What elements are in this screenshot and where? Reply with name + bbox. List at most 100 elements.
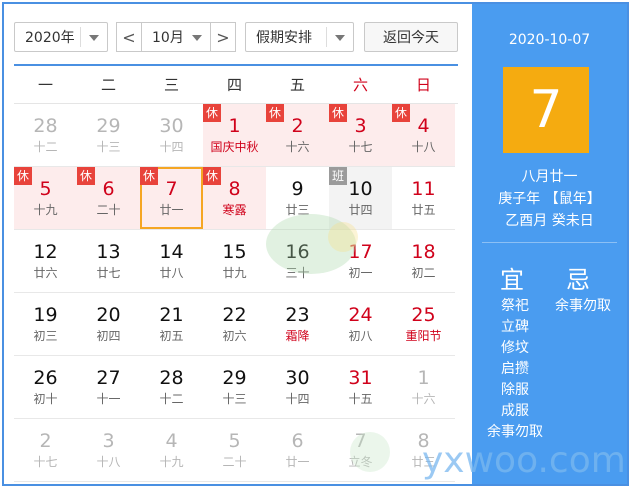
- lunar-label: 二十: [222, 455, 247, 469]
- holiday-badge: 休: [77, 167, 95, 185]
- selected-date: 2020-10-07: [508, 32, 591, 48]
- day-cell[interactable]: 13 廿七: [77, 230, 140, 293]
- day-number: 12: [33, 241, 58, 263]
- weekday-label: 一: [37, 76, 53, 94]
- month-select-value: 10月: [152, 30, 184, 46]
- day-cell[interactable]: 5 二十: [203, 419, 266, 482]
- holiday-badge: 休: [203, 167, 221, 185]
- lunar-label: 初一: [348, 266, 373, 280]
- lunar-label: 国庆中秋: [210, 140, 259, 154]
- day-cell[interactable]: 24 初八: [329, 293, 392, 356]
- day-cell[interactable]: 27 十一: [77, 356, 140, 419]
- ji-title: 忌: [566, 266, 590, 294]
- day-cell[interactable]: 休 8 寒露: [203, 167, 266, 230]
- watermark: yxwoo.com: [422, 440, 626, 481]
- day-cell[interactable]: 休 1 国庆中秋: [203, 104, 266, 167]
- day-cell[interactable]: 2 十七: [14, 419, 77, 482]
- day-cell[interactable]: 29 十三: [203, 356, 266, 419]
- day-cell[interactable]: 20 初四: [77, 293, 140, 356]
- holiday-badge: 休: [392, 104, 410, 122]
- day-number: 4: [417, 115, 430, 137]
- day-cell[interactable]: 26 初十: [14, 356, 77, 419]
- yi-item: 祭祀: [501, 298, 529, 314]
- day-number: 3: [102, 430, 115, 452]
- calendar-grid: 一 二 三 四 五 六 日 28 十二 29 十三 30 十四休 1 国庆中秋休 2 十六休 3 十七…: [14, 66, 458, 482]
- lunar-label: 寒露: [222, 203, 247, 217]
- day-cell[interactable]: 28 十二: [140, 356, 203, 419]
- lunar-label: 霜降: [285, 329, 310, 343]
- lunar-label: 二十: [96, 203, 121, 217]
- day-number: 21: [159, 304, 184, 326]
- weekday-header: 一 二 三 四 五 六 日: [14, 66, 458, 104]
- day-cell[interactable]: 29 十三: [77, 104, 140, 167]
- lunar-label: 廿四: [348, 203, 373, 217]
- day-cell[interactable]: 休 3 十七: [329, 104, 392, 167]
- chevron-down-icon: [192, 35, 202, 41]
- day-cell[interactable]: 6 廿一: [266, 419, 329, 482]
- return-today-button[interactable]: 返回今天: [364, 22, 458, 52]
- chevron-left-icon: <: [122, 27, 136, 47]
- day-number: 11: [411, 178, 436, 200]
- day-cell[interactable]: 15 廿九: [203, 230, 266, 293]
- day-cell-today[interactable]: 休 7 廿一: [140, 167, 203, 230]
- day-number: 7: [165, 178, 178, 200]
- holiday-badge: 休: [14, 167, 32, 185]
- day-number: 4: [165, 430, 178, 452]
- holiday-badge: 休: [203, 104, 221, 122]
- day-cell[interactable]: 28 十二: [14, 104, 77, 167]
- yi-item: 成服: [501, 403, 529, 419]
- day-number: 1: [228, 115, 241, 137]
- day-cell[interactable]: 25 重阳节: [392, 293, 455, 356]
- day-number: 31: [348, 367, 373, 389]
- month-select[interactable]: 10月: [141, 22, 211, 52]
- chevron-down-icon: [89, 35, 99, 41]
- weekday-label: 五: [289, 76, 305, 94]
- yi-title: 宜: [500, 266, 524, 294]
- lunar-label: 十七: [348, 140, 373, 154]
- day-number: 5: [39, 178, 52, 200]
- day-detail-panel: 2020-10-07 7 八月廿一 庚子年 【鼠年】 乙酉月 癸未日 宜 忌 祭…: [472, 4, 627, 484]
- day-cell[interactable]: 12 廿六: [14, 230, 77, 293]
- day-cell[interactable]: 19 初三: [14, 293, 77, 356]
- lunar-label: 十二: [33, 140, 58, 154]
- day-cell[interactable]: 23 霜降: [266, 293, 329, 356]
- day-cell[interactable]: 休 4 十八: [392, 104, 455, 167]
- holiday-badge: 休: [329, 104, 347, 122]
- prev-month-button[interactable]: <: [116, 22, 142, 52]
- day-number: 2: [39, 430, 52, 452]
- lunar-label: 廿七: [96, 266, 121, 280]
- day-cell[interactable]: 30 十四: [266, 356, 329, 419]
- day-cell[interactable]: 21 初五: [140, 293, 203, 356]
- lunar-label: 初五: [159, 329, 184, 343]
- lunar-label: 十四: [159, 140, 184, 154]
- panel-divider: [482, 242, 617, 243]
- day-cell[interactable]: 30 十四: [140, 104, 203, 167]
- day-cell[interactable]: 14 廿八: [140, 230, 203, 293]
- next-month-button[interactable]: >: [210, 22, 236, 52]
- chevron-down-icon: [335, 35, 345, 41]
- selected-day-number: 7: [503, 67, 589, 153]
- lunar-label: 十一: [96, 392, 121, 406]
- holiday-select[interactable]: 假期安排: [245, 22, 354, 52]
- day-cell[interactable]: 4 十九: [140, 419, 203, 482]
- holiday-select-divider: [326, 27, 327, 47]
- day-cell[interactable]: 18 初二: [392, 230, 455, 293]
- year-select[interactable]: 2020年: [14, 22, 108, 52]
- lunar-label: 初八: [348, 329, 373, 343]
- yi-item: 启攒: [501, 361, 529, 377]
- day-number: 25: [411, 304, 436, 326]
- day-cell[interactable]: 休 5 十九: [14, 167, 77, 230]
- lunar-label: 初二: [411, 266, 436, 280]
- day-cell[interactable]: 休 6 二十: [77, 167, 140, 230]
- day-cell[interactable]: 31 十五: [329, 356, 392, 419]
- lunar-label: 重阳节: [405, 329, 442, 343]
- day-cell[interactable]: 休 2 十六: [266, 104, 329, 167]
- day-cell[interactable]: 1 十六: [392, 356, 455, 419]
- lunar-label: 初四: [96, 329, 121, 343]
- day-number: 6: [102, 178, 115, 200]
- day-number: 29: [222, 367, 247, 389]
- day-number: 9: [291, 178, 304, 200]
- day-cell[interactable]: 3 十八: [77, 419, 140, 482]
- day-cell[interactable]: 11 廿五: [392, 167, 455, 230]
- day-cell[interactable]: 22 初六: [203, 293, 266, 356]
